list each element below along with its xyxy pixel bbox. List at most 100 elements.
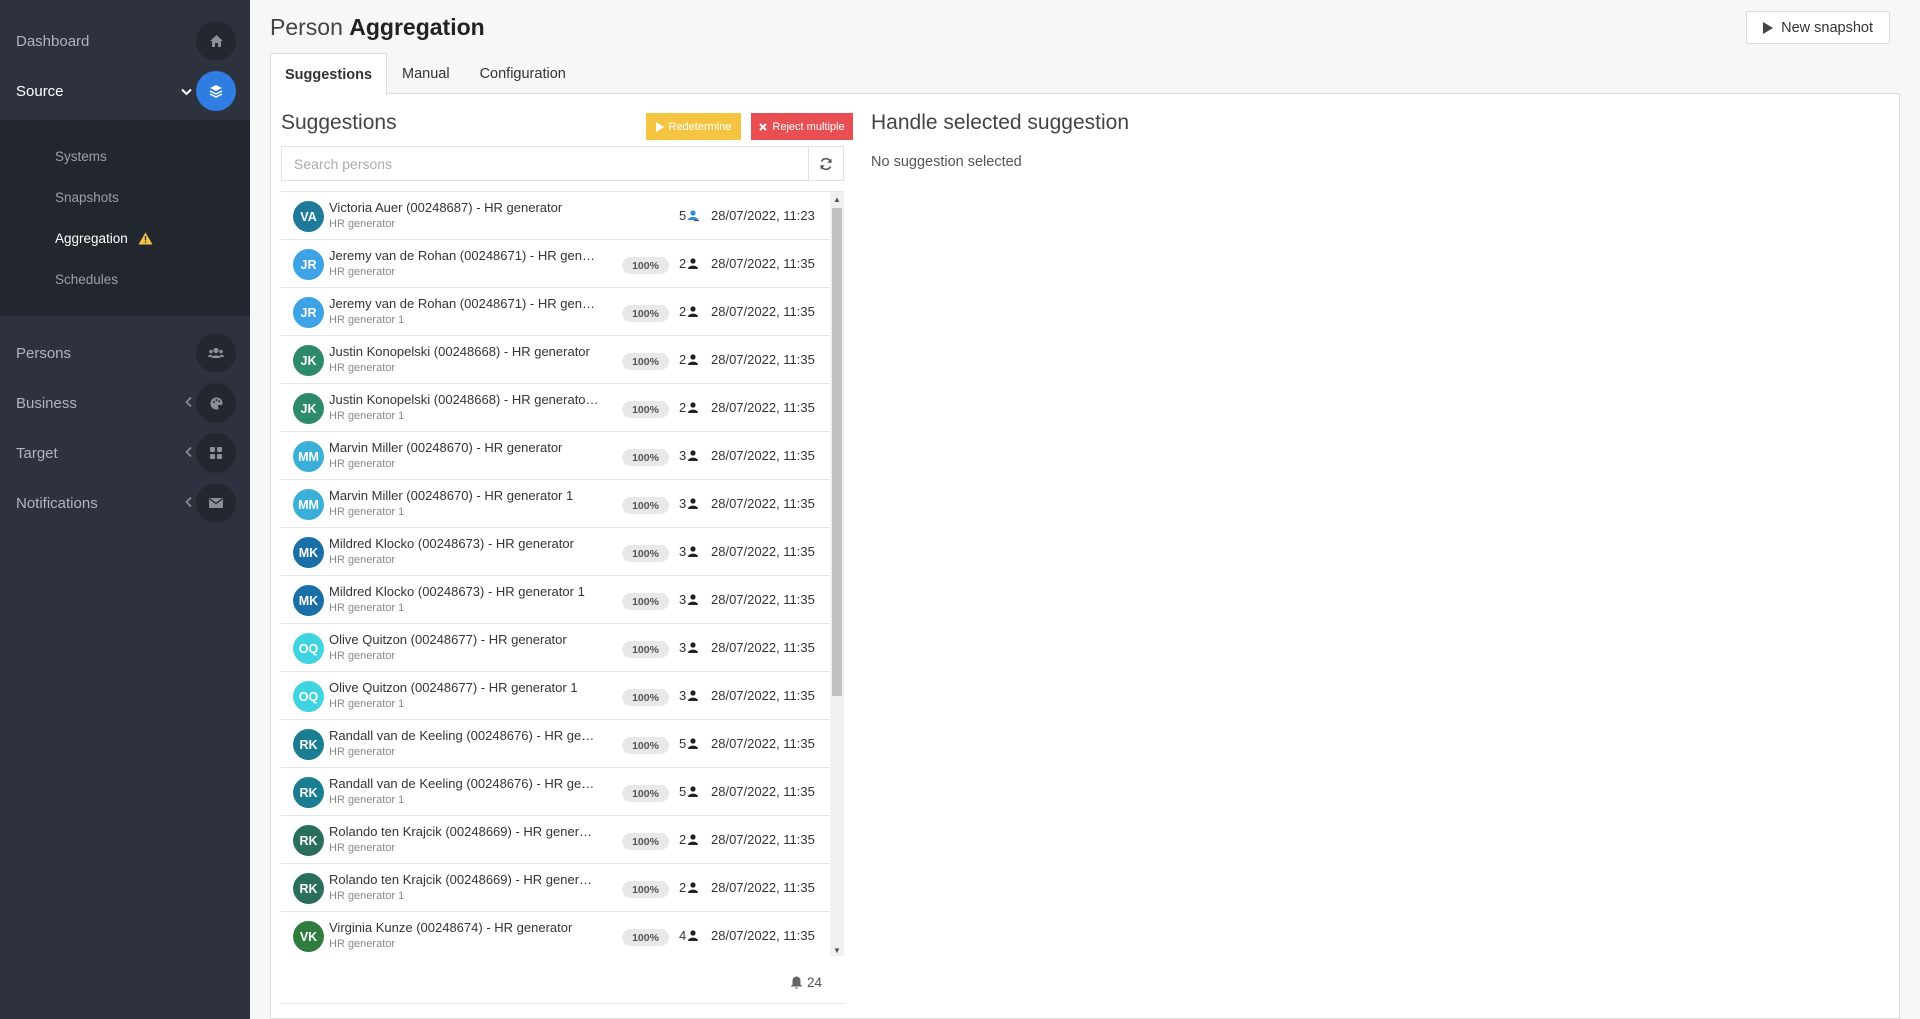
search-persons-input[interactable] <box>281 146 809 181</box>
new-snapshot-button[interactable]: New snapshot <box>1746 11 1890 44</box>
suggestion-subtitle: HR generator 1 <box>329 410 405 422</box>
user-icon <box>688 738 699 749</box>
refresh-button[interactable] <box>808 146 844 181</box>
match-percentage-badge: 100% <box>622 833 669 850</box>
match-count: 3 <box>679 640 699 655</box>
match-count: 3 <box>679 448 699 463</box>
nav-target[interactable]: Target <box>0 428 250 478</box>
suggestions-section: Suggestions Redetermine Reject multiple … <box>281 94 853 1019</box>
suggestion-row[interactable]: VA Victoria Auer (00248687) - HR generato… <box>281 192 830 240</box>
match-count-value: 3 <box>679 640 687 655</box>
match-count-value: 2 <box>679 304 687 319</box>
match-count-value: 5 <box>679 208 687 223</box>
suggestion-title: Randall van de Keeling (00248676) - HR g… <box>329 776 599 791</box>
match-count: 3 <box>679 592 699 607</box>
page-title: Person Aggregation <box>270 14 485 41</box>
suggestion-title: Virginia Kunze (00248674) - HR generator <box>329 920 573 935</box>
match-count-value: 3 <box>679 592 687 607</box>
suggestion-subtitle: HR generator <box>329 266 396 278</box>
user-download-icon <box>688 209 700 222</box>
list-scrollbar[interactable]: ▲ ▼ <box>830 192 844 956</box>
suggestion-date: 28/07/2022, 11:35 <box>711 880 815 895</box>
reject-multiple-label: Reject multiple <box>772 120 845 133</box>
suggestion-row[interactable]: JR Jeremy van de Rohan (00248671) - HR ge… <box>281 240 830 288</box>
suggestion-row[interactable]: JK Justin Konopelski (00248668) - HR gene… <box>281 384 830 432</box>
suggestion-row[interactable]: VK Virginia Kunze (00248674) - HR generat… <box>281 912 830 956</box>
suggestion-title: Mildred Klocko (00248673) - HR generator <box>329 536 574 551</box>
suggestion-row[interactable]: RK Rolando ten Krajcik (00248669) - HR ge… <box>281 864 830 912</box>
match-count-value: 2 <box>679 832 687 847</box>
suggestion-date: 28/07/2022, 11:35 <box>711 496 815 511</box>
match-count-value: 3 <box>679 496 687 511</box>
redetermine-button[interactable]: Redetermine <box>646 113 741 140</box>
suggestion-date: 28/07/2022, 11:35 <box>711 400 815 415</box>
avatar: JR <box>293 297 324 328</box>
suggestion-row[interactable]: JR Jeremy van de Rohan (00248671) - HR ge… <box>281 288 830 336</box>
suggestion-row[interactable]: MM Marvin Miller (00248670) - HR generato… <box>281 432 830 480</box>
sub-aggregation[interactable]: Aggregation <box>0 218 250 259</box>
match-count-value: 5 <box>679 736 687 751</box>
suggestion-subtitle: HR generator <box>329 842 396 854</box>
tab-suggestions[interactable]: Suggestions <box>270 53 388 95</box>
suggestion-date: 28/07/2022, 11:23 <box>711 208 815 223</box>
suggestion-row[interactable]: OQ Olive Quitzon (00248677) - HR generato… <box>281 624 830 672</box>
avatar: VA <box>293 201 324 232</box>
reject-multiple-button[interactable]: Reject multiple <box>751 113 853 140</box>
suggestion-row[interactable]: MK Mildred Klocko (00248673) - HR generat… <box>281 528 830 576</box>
scrollbar-thumb[interactable] <box>832 208 842 696</box>
notification-counter[interactable]: 24 <box>790 975 822 990</box>
match-percentage-badge: 100% <box>622 929 669 946</box>
suggestion-subtitle: HR generator 1 <box>329 506 405 518</box>
match-count-value: 3 <box>679 544 687 559</box>
scroll-down-arrow[interactable]: ▼ <box>830 943 844 956</box>
palette-icon <box>196 383 236 423</box>
suggestion-date: 28/07/2022, 11:35 <box>711 736 815 751</box>
avatar: MM <box>293 441 324 472</box>
match-percentage-badge: 100% <box>622 257 669 274</box>
close-icon <box>759 122 768 131</box>
sub-aggregation-label: Aggregation <box>55 231 128 246</box>
page-title-light: Person <box>270 14 343 40</box>
user-icon <box>688 834 699 845</box>
suggestion-row[interactable]: MK Mildred Klocko (00248673) - HR generat… <box>281 576 830 624</box>
tab-bar: Suggestions Manual Configuration <box>270 53 581 95</box>
sub-snapshots[interactable]: Snapshots <box>0 177 250 218</box>
chevron-left-icon <box>185 446 192 461</box>
suggestion-subtitle: HR generator 1 <box>329 602 405 614</box>
suggestion-row[interactable]: RK Randall van de Keeling (00248676) - HR… <box>281 720 830 768</box>
nav-source[interactable]: Source <box>0 66 250 116</box>
scroll-up-arrow[interactable]: ▲ <box>830 192 844 206</box>
suggestion-date: 28/07/2022, 11:35 <box>711 256 815 271</box>
suggestion-subtitle: HR generator <box>329 362 396 374</box>
match-count: 2 <box>679 880 699 895</box>
nav-business[interactable]: Business <box>0 378 250 428</box>
user-icon <box>688 402 699 413</box>
avatar: RK <box>293 873 324 904</box>
nav-persons[interactable]: Persons <box>0 328 250 378</box>
suggestion-row[interactable]: OQ Olive Quitzon (00248677) - HR generato… <box>281 672 830 720</box>
user-icon <box>688 258 699 269</box>
suggestion-title: Jeremy van de Rohan (00248671) - HR gene… <box>329 248 599 263</box>
new-snapshot-label: New snapshot <box>1781 19 1873 36</box>
sub-systems[interactable]: Systems <box>0 136 250 177</box>
suggestion-date: 28/07/2022, 11:35 <box>711 448 815 463</box>
user-icon <box>688 594 699 605</box>
nav-dashboard[interactable]: Dashboard <box>0 16 250 66</box>
user-icon <box>688 882 699 893</box>
nav-notifications[interactable]: Notifications <box>0 478 250 528</box>
match-percentage-badge: 100% <box>622 641 669 658</box>
suggestion-row[interactable]: RK Rolando ten Krajcik (00248669) - HR ge… <box>281 816 830 864</box>
avatar: MK <box>293 537 324 568</box>
sub-systems-label: Systems <box>55 149 107 164</box>
suggestion-row[interactable]: RK Randall van de Keeling (00248676) - HR… <box>281 768 830 816</box>
tab-manual[interactable]: Manual <box>387 53 465 94</box>
tab-configuration[interactable]: Configuration <box>465 53 581 94</box>
match-count-value: 3 <box>679 688 687 703</box>
suggestion-row[interactable]: JK Justin Konopelski (00248668) - HR gene… <box>281 336 830 384</box>
suggestion-row[interactable]: MM Marvin Miller (00248670) - HR generato… <box>281 480 830 528</box>
match-percentage-badge: 100% <box>622 881 669 898</box>
users-icon <box>196 333 236 373</box>
sub-schedules[interactable]: Schedules <box>0 259 250 300</box>
user-icon <box>688 354 699 365</box>
chevron-down-icon <box>181 84 192 99</box>
